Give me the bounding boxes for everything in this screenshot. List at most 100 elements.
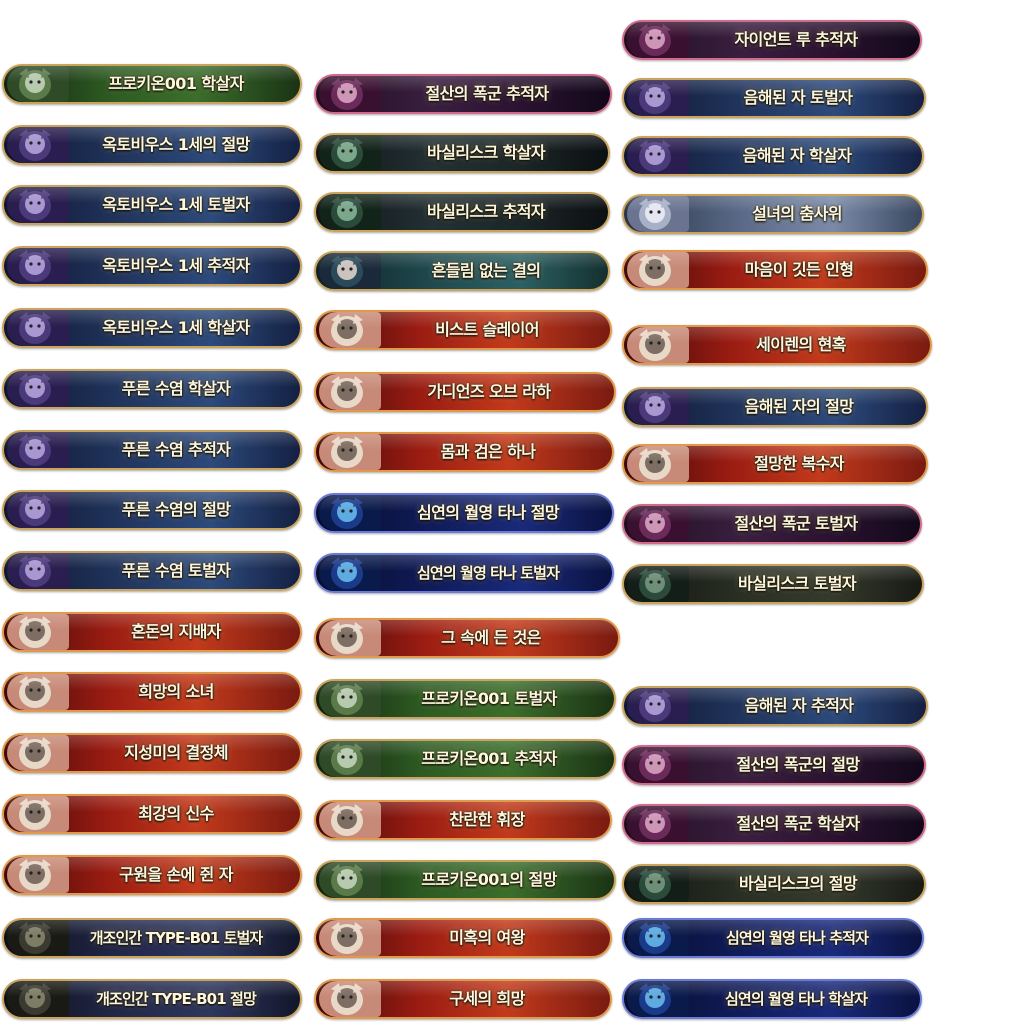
- snow-woman-icon: [627, 196, 689, 232]
- title-badge[interactable]: 바실리스크 토벌자: [622, 564, 924, 604]
- title-badge[interactable]: 세이렌의 현혹: [622, 325, 932, 365]
- title-badge[interactable]: 푸른 수염 토벌자: [2, 551, 302, 591]
- masked-boss-icon: [627, 389, 689, 425]
- title-badge[interactable]: 옥토비우스 1세 토벌자: [2, 185, 302, 225]
- mech-ship-icon: [319, 741, 381, 777]
- title-badge[interactable]: 절산의 폭군 학살자: [622, 804, 926, 844]
- doll-portrait-icon: [627, 252, 689, 288]
- title-badge-label: 푸른 수염 토벌자: [121, 561, 231, 580]
- boy-portrait-icon: [627, 446, 689, 482]
- title-badge[interactable]: 옥토비우스 1세 학살자: [2, 308, 302, 348]
- title-badge[interactable]: 비스트 슬레이어: [314, 310, 612, 350]
- title-badge-label: 자이언트 루 추적자: [734, 30, 859, 49]
- title-badge-label: 옥토비우스 1세 토벌자: [102, 195, 250, 214]
- title-badge[interactable]: 절망한 복수자: [622, 444, 928, 484]
- title-badge-label: 옥토비우스 1세 추적자: [102, 256, 250, 275]
- title-badge-label: 심연의 월영 타나 절망: [417, 503, 560, 522]
- title-badge[interactable]: 자이언트 루 추적자: [622, 20, 922, 60]
- octopus-boss-icon: [7, 310, 69, 346]
- title-badge[interactable]: 절산의 폭군의 절망: [622, 745, 926, 785]
- title-badge-label: 음해된 자 학살자: [742, 146, 852, 165]
- title-badge-label: 절산의 폭군 학살자: [736, 814, 861, 833]
- title-badge[interactable]: 푸른 수염의 절망: [2, 490, 302, 530]
- title-column-left: 프로키온001 학살자옥토비우스 1세의 절망옥토비우스 1세 토벌자옥토비우스…: [2, 0, 312, 1024]
- mech-ship-icon: [319, 862, 381, 898]
- shadow-beast-boss-icon: [627, 920, 689, 956]
- title-badge[interactable]: 프로키온001 학살자: [2, 64, 302, 104]
- title-column-right: 자이언트 루 추적자음해된 자 토벌자음해된 자 학살자설녀의 춤사위마음이 깃…: [622, 0, 932, 1024]
- bluebeard-boss-icon: [7, 492, 69, 528]
- title-badge-label: 푸른 수염 추적자: [121, 440, 231, 459]
- title-badge[interactable]: 옥토비우스 1세 추적자: [2, 246, 302, 286]
- title-badge-label: 심연의 월영 타나 학살자: [725, 990, 868, 1008]
- title-badge[interactable]: 지성미의 결정체: [2, 733, 302, 773]
- title-badge[interactable]: 푸른 수염 추적자: [2, 430, 302, 470]
- masked-boss-icon: [627, 688, 689, 724]
- title-badge[interactable]: 설녀의 춤사위: [622, 194, 924, 234]
- title-badge[interactable]: 프로키온001 토벌자: [314, 679, 616, 719]
- title-badge[interactable]: 바실리스크 추적자: [314, 192, 610, 232]
- masked-boss-icon: [627, 80, 689, 116]
- title-badge-label: 마음이 깃든 인형: [744, 260, 854, 279]
- title-badge-label: 절산의 폭군 토벌자: [734, 514, 859, 533]
- swordswoman-portrait-icon: [319, 434, 381, 470]
- title-badge-label: 옥토비우스 1세의 절망: [102, 135, 250, 154]
- title-badge[interactable]: 음해된 자 토벌자: [622, 78, 926, 118]
- title-badge[interactable]: 푸른 수염 학살자: [2, 369, 302, 409]
- mech-ship-icon: [319, 681, 381, 717]
- girl-portrait-icon: [319, 620, 381, 656]
- title-badge[interactable]: 가디언즈 오브 라하: [314, 372, 616, 412]
- title-badge[interactable]: 음해된 자의 절망: [622, 387, 928, 427]
- title-badge[interactable]: 심연의 월영 타나 학살자: [622, 979, 922, 1019]
- title-badge[interactable]: 바실리스크의 절망: [622, 864, 926, 904]
- title-badge-label: 구원을 손에 쥔 자: [119, 865, 233, 884]
- title-badge[interactable]: 최강의 신수: [2, 794, 302, 834]
- title-badge-label: 푸른 수염의 절망: [121, 500, 231, 519]
- title-badge-label: 바실리스크 추적자: [427, 202, 546, 221]
- title-badge-label: 몸과 검은 하나: [440, 442, 536, 461]
- title-badge-label: 프로키온001 토벌자: [421, 689, 557, 708]
- title-badge[interactable]: 개조인간 TYPE-B01 토벌자: [2, 918, 302, 958]
- tyrant-boss-icon: [319, 76, 381, 112]
- title-badge[interactable]: 구세의 희망: [314, 979, 612, 1019]
- title-badge[interactable]: 희망의 소녀: [2, 672, 302, 712]
- title-badge[interactable]: 구원을 손에 쥔 자: [2, 855, 302, 895]
- title-badge[interactable]: 심연의 월영 타나 절망: [314, 493, 614, 533]
- siren-portrait-icon: [627, 327, 689, 363]
- title-badge[interactable]: 심연의 월영 타나 추적자: [622, 918, 924, 958]
- title-badge-label: 미혹의 여왕: [449, 928, 525, 947]
- title-badge-label: 푸른 수염 학살자: [121, 379, 231, 398]
- girl-portrait-icon: [7, 735, 69, 771]
- title-badge[interactable]: 흔들림 없는 결의: [314, 251, 610, 291]
- title-badge[interactable]: 옥토비우스 1세의 절망: [2, 125, 302, 165]
- title-badge-label: 세이렌의 현혹: [756, 335, 846, 354]
- title-badge-label: 희망의 소녀: [138, 682, 214, 701]
- title-badge[interactable]: 절산의 폭군 추적자: [314, 74, 612, 114]
- title-badge-label: 그 속에 든 것은: [441, 628, 541, 647]
- title-badge[interactable]: 음해된 자 학살자: [622, 136, 924, 176]
- shadow-beast-boss-icon: [319, 495, 381, 531]
- title-badge[interactable]: 그 속에 든 것은: [314, 618, 620, 658]
- title-badge[interactable]: 심연의 월영 타나 토벌자: [314, 553, 614, 593]
- title-badge[interactable]: 프로키온001 추적자: [314, 739, 616, 779]
- girl-portrait-icon: [7, 857, 69, 893]
- title-badge[interactable]: 혼돈의 지배자: [2, 612, 302, 652]
- title-badge[interactable]: 마음이 깃든 인형: [622, 250, 928, 290]
- title-badge-label: 프로키온001의 절망: [421, 870, 557, 889]
- girl-portrait-icon: [319, 374, 381, 410]
- title-badge[interactable]: 개조인간 TYPE-B01 절망: [2, 979, 302, 1019]
- title-badge[interactable]: 찬란한 휘장: [314, 800, 612, 840]
- title-badge[interactable]: 몸과 검은 하나: [314, 432, 614, 472]
- title-badge-label: 프로키온001 학살자: [108, 74, 244, 93]
- title-badge-label: 심연의 월영 타나 추적자: [726, 929, 869, 947]
- title-badge-label: 프로키온001 추적자: [421, 749, 557, 768]
- tyrant-boss-icon: [627, 806, 689, 842]
- title-badge-label: 절산의 폭군 추적자: [425, 84, 550, 103]
- title-badge[interactable]: 바실리스크 학살자: [314, 133, 610, 173]
- title-badge[interactable]: 미혹의 여왕: [314, 918, 612, 958]
- bluebeard-boss-icon: [7, 553, 69, 589]
- title-badge[interactable]: 프로키온001의 절망: [314, 860, 616, 900]
- title-badge[interactable]: 절산의 폭군 토벌자: [622, 504, 922, 544]
- title-badge[interactable]: 음해된 자 추적자: [622, 686, 928, 726]
- title-badge-label: 지성미의 결정체: [124, 743, 228, 762]
